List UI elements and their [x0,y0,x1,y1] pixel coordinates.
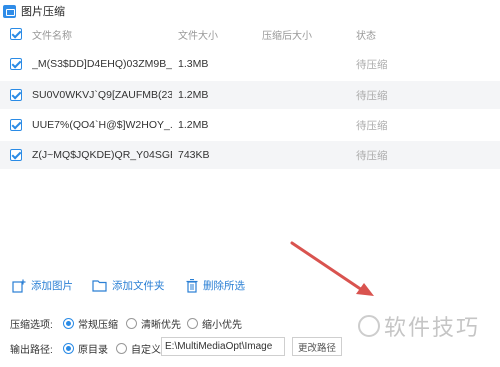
compress-options-label: 压缩选项: [10,320,53,331]
watermark-text: 软件技巧 [384,315,481,340]
radio-label: 自定义 [131,345,161,356]
radio-label: 原目录 [78,345,108,356]
add-folder-button[interactable]: 添加文件夹 [92,278,165,293]
delete-selected-label: 删除所选 [203,280,245,292]
radio-normal-compress[interactable]: 常规压缩 [63,316,118,331]
radio-smaller-first[interactable]: 缩小优先 [187,316,242,331]
radio-label: 清晰优先 [141,320,181,331]
radio-label: 常规压缩 [78,320,118,331]
output-path-field[interactable]: E:\MultiMediaOpt\Image [161,337,285,356]
radio-dot [63,318,74,329]
add-image-label: 添加图片 [31,280,73,292]
radio-dot [187,318,198,329]
watermark-logo-icon [358,315,380,337]
radio-dot [126,318,137,329]
add-image-button[interactable]: 添加图片 [12,278,73,293]
radio-dot [63,343,74,354]
radio-custom-dir[interactable]: 自定义 [116,341,161,356]
radio-clarity-first[interactable]: 清晰优先 [126,316,181,331]
trash-icon [186,278,198,293]
radio-dot [116,343,127,354]
output-path-label: 输出路径: [10,345,53,356]
action-toolbar: 添加图片 添加文件夹 删除所选 [0,278,500,298]
add-folder-label: 添加文件夹 [112,280,165,292]
watermark: 软件技巧 [358,310,480,342]
radio-label: 缩小优先 [202,320,242,331]
folder-icon [92,280,107,292]
add-image-icon [12,279,26,293]
change-path-button[interactable]: 更改路径 [292,337,342,356]
delete-selected-button[interactable]: 删除所选 [186,278,245,293]
radio-original-dir[interactable]: 原目录 [63,341,108,356]
